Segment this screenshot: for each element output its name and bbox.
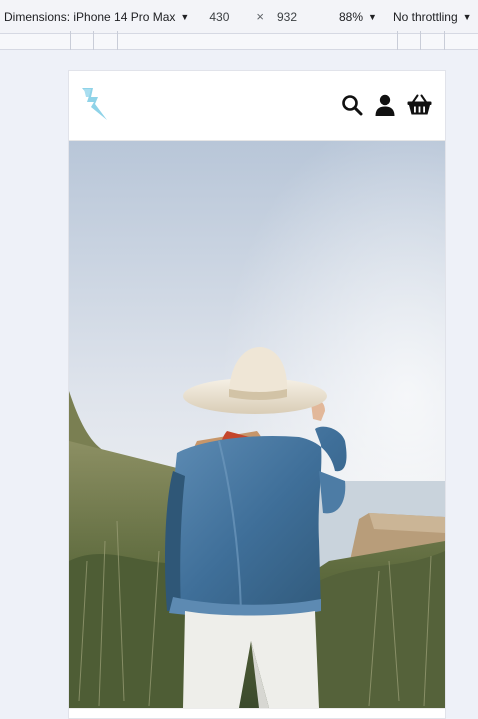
- zoom-select-label: 88%: [339, 9, 364, 24]
- search-icon[interactable]: [341, 94, 363, 116]
- hero-image: [69, 141, 445, 708]
- height-input[interactable]: 932: [277, 10, 297, 24]
- media-query-ruler: [0, 31, 478, 50]
- content-area: [69, 708, 445, 718]
- lightning-bolt-icon[interactable]: [80, 86, 110, 122]
- width-input[interactable]: 430: [209, 10, 229, 24]
- device-viewport: [68, 70, 446, 719]
- caret-down-icon: ▼: [462, 11, 472, 22]
- device-select-label: Dimensions: iPhone 14 Pro Max: [4, 9, 176, 24]
- throttling-select-label: No throttling: [392, 9, 458, 24]
- user-icon[interactable]: [375, 94, 395, 116]
- throttling-select[interactable]: No throttling ▼: [393, 10, 472, 24]
- site-header: [69, 71, 445, 141]
- dimension-separator: ×: [256, 9, 264, 24]
- device-toolbar: Dimensions: iPhone 14 Pro Max ▼ 430 × 93…: [0, 0, 478, 34]
- basket-icon[interactable]: [407, 94, 432, 116]
- zoom-select[interactable]: 88% ▼: [339, 10, 377, 24]
- header-icon-group: [341, 94, 432, 116]
- device-select[interactable]: Dimensions: iPhone 14 Pro Max ▼: [4, 10, 189, 24]
- caret-down-icon: ▼: [180, 11, 190, 22]
- caret-down-icon: ▼: [368, 11, 377, 22]
